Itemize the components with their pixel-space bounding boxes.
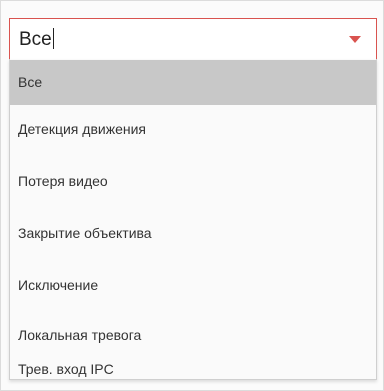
- option-ipc-alarm-input[interactable]: Трев. вход IPC: [10, 362, 376, 380]
- panel-frame: Все Все Детекция движения Потеря видео З…: [0, 0, 384, 391]
- option-exception[interactable]: Исключение: [10, 262, 376, 309]
- option-all[interactable]: Все: [10, 60, 376, 105]
- event-type-select[interactable]: Все: [9, 18, 377, 60]
- chevron-down-icon[interactable]: [349, 36, 361, 43]
- select-value[interactable]: Все: [19, 28, 54, 51]
- option-local-alarm[interactable]: Локальная тревога: [10, 312, 376, 359]
- option-video-loss[interactable]: Потеря видео: [10, 158, 376, 205]
- option-lens-cover[interactable]: Закрытие объектива: [10, 210, 376, 257]
- option-motion-detection[interactable]: Детекция движения: [10, 106, 376, 153]
- dropdown-list: Все Детекция движения Потеря видео Закры…: [9, 59, 377, 380]
- text-caret: [52, 28, 54, 49]
